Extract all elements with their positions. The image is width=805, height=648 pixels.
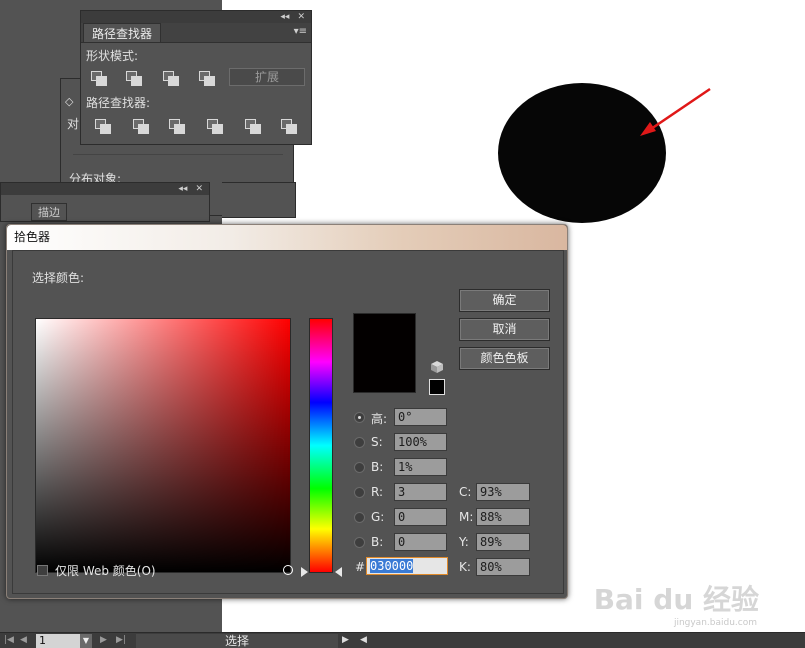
baidu-watermark-logo: Bai du 经验 bbox=[593, 583, 759, 616]
cancel-button[interactable]: 取消 bbox=[459, 318, 550, 341]
hex-input[interactable]: 030000 bbox=[366, 557, 448, 575]
red-label: R: bbox=[371, 485, 384, 499]
radio-blue[interactable] bbox=[354, 537, 365, 548]
last-page-icon[interactable]: ▶| bbox=[116, 635, 126, 645]
radio-brightness[interactable] bbox=[354, 462, 365, 473]
brightness-input[interactable]: 1% bbox=[394, 458, 447, 476]
web-colors-only-checkbox[interactable] bbox=[37, 565, 48, 576]
radio-green[interactable] bbox=[354, 512, 365, 523]
status-bar: |◀ ◀ 1 ▼ ▶ ▶| 选择 ▶ ◀ bbox=[0, 632, 805, 648]
panel-collapse-icon[interactable]: ◇ bbox=[65, 95, 73, 108]
hue-slider-right-handle[interactable] bbox=[335, 567, 342, 577]
hex-value-selected: 030000 bbox=[370, 559, 414, 573]
current-color-preview bbox=[353, 313, 416, 393]
web-colors-only-label[interactable]: 仅限 Web 颜色(O) bbox=[55, 562, 156, 579]
crop-icon[interactable] bbox=[207, 119, 223, 134]
next-page-icon[interactable]: ▶ bbox=[100, 635, 107, 645]
brightness-label: B: bbox=[371, 460, 384, 474]
radio-saturation[interactable] bbox=[354, 437, 365, 448]
hue-input[interactable]: 0° bbox=[394, 408, 447, 426]
black-input[interactable]: 80% bbox=[476, 558, 530, 576]
green-label: G: bbox=[371, 510, 385, 524]
baidu-watermark-url: jingyan.baidu.com bbox=[673, 618, 757, 628]
pathfinder-panel: ◂◂ ✕ 路径查找器 ▾≡ 形状模式: 扩展 路径查找器: bbox=[80, 10, 312, 145]
stroke-panel-topbar[interactable]: ◂◂ ✕ bbox=[1, 183, 209, 195]
web-safe-swatch[interactable] bbox=[429, 379, 445, 395]
close-icon[interactable]: ✕ bbox=[195, 184, 203, 194]
red-input[interactable]: 3 bbox=[394, 483, 447, 501]
yellow-label: Y: bbox=[459, 535, 469, 549]
cyan-input[interactable]: 93% bbox=[476, 483, 530, 501]
stroke-panel: ◂◂ ✕ 描边 bbox=[0, 182, 210, 222]
radio-red[interactable] bbox=[354, 487, 365, 498]
hex-label: # bbox=[355, 560, 366, 574]
radio-hue[interactable] bbox=[354, 412, 365, 423]
saturation-input[interactable]: 100% bbox=[394, 433, 447, 451]
tab-stroke[interactable]: 描边 bbox=[31, 203, 67, 221]
yellow-input[interactable]: 89% bbox=[476, 533, 530, 551]
ok-button[interactable]: 确定 bbox=[459, 289, 550, 312]
minus-front-icon[interactable] bbox=[126, 71, 142, 86]
hue-slider[interactable] bbox=[309, 318, 333, 573]
expand-button[interactable]: 扩展 bbox=[229, 68, 305, 86]
select-color-label: 选择颜色: bbox=[32, 271, 85, 285]
trim-icon[interactable] bbox=[133, 119, 149, 134]
saturation-brightness-field[interactable] bbox=[35, 318, 293, 575]
pathfinders-label: 路径查找器: bbox=[86, 96, 151, 110]
dialog-body: 选择颜色: 确定 取消 颜色色板 高: 0° S: 100% B: 1% R: … bbox=[12, 250, 564, 594]
close-icon[interactable]: ✕ bbox=[297, 12, 305, 22]
magenta-input[interactable]: 88% bbox=[476, 508, 530, 526]
divide-icon[interactable] bbox=[95, 119, 111, 134]
first-page-icon[interactable]: |◀ bbox=[4, 635, 14, 645]
unite-icon[interactable] bbox=[91, 71, 107, 86]
blue-label: B: bbox=[371, 535, 384, 549]
cyan-label: C: bbox=[459, 485, 472, 499]
collapse-icon[interactable]: ◂◂ bbox=[280, 12, 289, 22]
shape-modes-label: 形状模式: bbox=[86, 49, 139, 63]
intersect-icon[interactable] bbox=[163, 71, 179, 86]
align-objects-label: 对 bbox=[67, 117, 80, 131]
green-input[interactable]: 0 bbox=[394, 508, 447, 526]
hue-slider-left-handle[interactable] bbox=[301, 567, 308, 577]
tab-pathfinder[interactable]: 路径查找器 bbox=[83, 23, 162, 42]
dialog-title[interactable]: 拾色器 bbox=[7, 225, 567, 250]
prev-page-icon[interactable]: ◀ bbox=[20, 635, 27, 645]
pathfinder-panel-topbar[interactable]: ◂◂ ✕ bbox=[81, 11, 311, 23]
exclude-icon[interactable] bbox=[199, 71, 215, 86]
magenta-label: M: bbox=[459, 510, 474, 524]
status-play-icon[interactable]: ▶ bbox=[342, 635, 349, 645]
panel-menu-icon[interactable]: ▾≡ bbox=[294, 26, 307, 37]
merge-icon[interactable] bbox=[169, 119, 185, 134]
color-cursor[interactable] bbox=[283, 565, 293, 575]
blue-input[interactable]: 0 bbox=[394, 533, 447, 551]
align-panel-extension bbox=[222, 182, 296, 218]
page-dropdown-icon[interactable]: ▼ bbox=[80, 634, 92, 648]
saturation-label: S: bbox=[371, 435, 383, 449]
page-number-input[interactable]: 1 bbox=[36, 634, 80, 648]
black-label: K: bbox=[459, 560, 471, 574]
minus-back-icon[interactable] bbox=[281, 119, 297, 134]
red-arrow-annotation bbox=[640, 87, 711, 136]
color-swatches-button[interactable]: 颜色色板 bbox=[459, 347, 550, 370]
collapse-icon[interactable]: ◂◂ bbox=[178, 184, 187, 194]
color-picker-dialog: 拾色器 选择颜色: 确定 取消 颜色色板 高: 0° S: 100% B: 1%… bbox=[6, 224, 568, 599]
scroll-left-icon[interactable]: ◀ bbox=[360, 635, 367, 645]
out-of-gamut-cube-icon[interactable] bbox=[431, 361, 443, 373]
outline-icon[interactable] bbox=[245, 119, 261, 134]
status-text: 选择 bbox=[136, 634, 338, 648]
hue-label: 高: bbox=[371, 412, 388, 426]
pathfinder-tabbar: 路径查找器 ▾≡ bbox=[81, 23, 311, 43]
